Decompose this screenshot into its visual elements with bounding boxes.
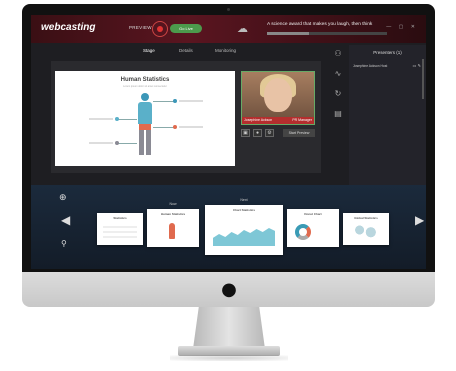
stage-area: Human Statistics Lorem ipsum dolor sit a… xyxy=(51,61,321,173)
figure-head xyxy=(141,93,149,101)
thumb-title: Global Statistics xyxy=(354,216,378,220)
start-preview-button[interactable]: Start Preview xyxy=(283,129,315,137)
figure-leg-right xyxy=(146,130,151,155)
camera-dot xyxy=(227,8,230,11)
go-live-button[interactable]: Go Live xyxy=(170,24,202,33)
presenter-role: PR Manager xyxy=(292,118,312,122)
chevron-left-icon[interactable]: ◀ xyxy=(61,213,70,227)
current-slide: Human Statistics Lorem ipsum dolor sit a… xyxy=(55,71,235,166)
stand-shadow xyxy=(170,355,288,361)
thumb-donut-chart xyxy=(295,224,312,241)
monitor-stand-neck xyxy=(193,307,265,349)
callout-dot xyxy=(115,141,119,145)
stat-text-line xyxy=(89,118,113,120)
analytics-icon[interactable]: ∿ xyxy=(333,69,343,79)
apple-logo-icon: ● xyxy=(221,279,237,300)
monitor-bezel: webcasting PREVIEW Go Live ☁ A science a… xyxy=(22,4,435,272)
monitor-chin: ● xyxy=(22,272,435,307)
app-screen: webcasting PREVIEW Go Live ☁ A science a… xyxy=(31,15,426,269)
settings-button[interactable]: ⚙ xyxy=(265,129,274,137)
chevron-right-icon[interactable]: ▶ xyxy=(415,213,424,227)
presenter-row[interactable]: Josephine Ackson Host ▭ ✎ xyxy=(353,62,423,70)
thumb-slide[interactable]: Global Statistics xyxy=(343,213,389,245)
presenters-panel: Presenters (1) Josephine Ackson Host ▭ ✎ xyxy=(349,45,426,185)
thumb-area-chart xyxy=(212,228,276,246)
callout-dot xyxy=(173,99,177,103)
stat-text-line xyxy=(89,142,113,144)
slide-subtitle: Lorem ipsum dolor sit amet consectetur xyxy=(123,85,167,88)
thumb-slide[interactable]: Now Human Statistics xyxy=(147,202,199,247)
refresh-icon[interactable]: ↻ xyxy=(333,89,343,99)
thumb-figure-graphic xyxy=(168,223,175,240)
users-icon[interactable]: ⚇ xyxy=(333,49,343,59)
add-slide-icon[interactable]: ⊕ xyxy=(59,193,67,203)
callout-line xyxy=(153,127,175,128)
presenter-name: Josephine Ackson xyxy=(244,118,273,122)
callout-line xyxy=(117,143,137,144)
thumb-title: Human Statistics xyxy=(160,212,186,216)
gear-icon: ⚙ xyxy=(267,130,272,136)
presenter-status-icons: ▭ ✎ xyxy=(412,63,421,68)
thumb-slide[interactable]: Statistics xyxy=(97,213,143,245)
presenter-face xyxy=(264,78,292,112)
event-title: A science award that makes you laugh, th… xyxy=(267,22,373,27)
presenter-video[interactable]: Josephine Ackson PR Manager xyxy=(241,71,315,125)
top-bar: webcasting PREVIEW Go Live ☁ A science a… xyxy=(31,15,426,43)
figure-leg-left xyxy=(139,130,144,155)
location-pin-icon[interactable]: ⚲ xyxy=(61,239,67,248)
thumb-caption: Next xyxy=(240,198,248,202)
window-controls[interactable]: — ▢ ✕ xyxy=(386,24,418,30)
callout-line xyxy=(153,101,175,102)
thumb-lines-graphic xyxy=(102,225,138,239)
thumb-title: Chart Statistics xyxy=(232,208,255,212)
video-name-bar: Josephine Ackson PR Manager xyxy=(242,117,314,124)
event-progress-fill xyxy=(267,32,309,35)
thumb-slide[interactable]: Donut Chart xyxy=(287,209,339,247)
imac-device: webcasting PREVIEW Go Live ☁ A science a… xyxy=(0,0,456,371)
callout-line xyxy=(117,119,137,120)
camera-button[interactable]: ▣ xyxy=(241,129,250,137)
presenters-title: Presenters (1) xyxy=(373,50,402,55)
mic-button[interactable]: ● xyxy=(253,129,262,137)
cloud-icon[interactable]: ☁ xyxy=(237,22,248,35)
tab-details[interactable]: Details xyxy=(179,48,193,53)
slide-filmstrip: ⊕ ◀ ⚲ ▶ ⧉ ⚙ Statistics Now Human Statist… xyxy=(31,185,426,269)
figure-torso xyxy=(138,102,152,124)
callout-dot xyxy=(173,125,177,129)
mic-icon: ● xyxy=(255,130,260,136)
tab-monitoring[interactable]: Monitoring xyxy=(215,48,236,53)
record-icon[interactable] xyxy=(152,21,168,37)
tab-stage[interactable]: Stage xyxy=(143,48,155,53)
document-icon[interactable]: ▤ xyxy=(333,109,343,119)
presenters-scrollbar[interactable] xyxy=(422,59,424,99)
presenter-row-name: Josephine Ackson Host xyxy=(353,64,388,68)
preview-label: PREVIEW xyxy=(129,25,152,30)
thumb-title: Statistics xyxy=(113,216,127,220)
stat-text-line xyxy=(179,126,203,128)
app-logo: webcasting xyxy=(41,22,96,33)
slide-title: Human Statistics xyxy=(120,77,170,83)
thumb-map-graphic xyxy=(349,224,383,239)
thumb-caption: Now xyxy=(169,202,177,206)
camera-icon: ▣ xyxy=(243,130,248,136)
event-progress-bar xyxy=(267,32,387,35)
thumb-title: Donut Chart xyxy=(304,212,322,216)
callout-dot xyxy=(115,117,119,121)
stat-text-line xyxy=(179,100,203,102)
thumb-slide-next[interactable]: Next Chart Statistics xyxy=(205,198,283,255)
human-figure-graphic xyxy=(137,93,153,155)
tab-bar: Stage Details Monitoring xyxy=(51,45,331,59)
